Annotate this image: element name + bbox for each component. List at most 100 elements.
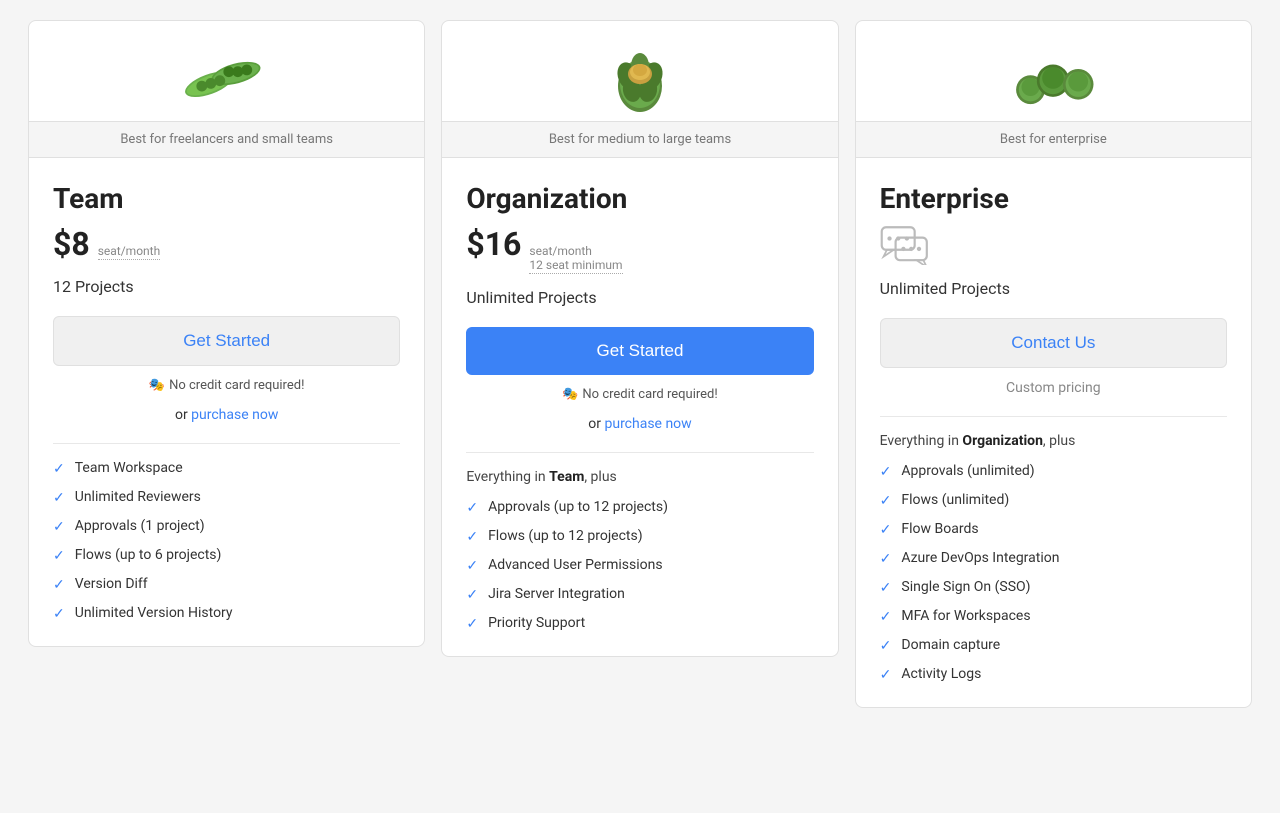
chat-icon	[880, 225, 932, 265]
check-icon: ✓	[53, 519, 65, 535]
purchase-link-organization[interactable]: purchase now	[604, 416, 691, 432]
purchase-row-organization: or purchase now	[466, 416, 813, 432]
feature-text: Unlimited Reviewers	[75, 489, 201, 505]
card-header-enterprise: Best for enterprise	[856, 121, 1251, 158]
list-item: ✓MFA for Workspaces	[880, 608, 1227, 625]
features-intro-organization: Everything in Team, plus	[466, 469, 813, 485]
feature-text: Single Sign On (SSO)	[901, 579, 1030, 595]
feature-text: Approvals (1 project)	[75, 518, 205, 534]
no-credit-text: No credit card required!	[582, 387, 717, 402]
list-item: ✓ Single Sign On (SSO)	[880, 579, 1227, 596]
list-item: ✓ Team Workspace	[53, 460, 400, 477]
list-item: ✓ Unlimited Reviewers	[53, 489, 400, 506]
card-body-enterprise: Enterprise Unlimited ProjectsContact UsC…	[856, 158, 1251, 707]
check-icon: ✓	[466, 558, 478, 574]
projects-text-team: 12 Projects	[53, 277, 400, 296]
purchase-link-team[interactable]: purchase now	[191, 407, 278, 423]
card-image-area-organization	[442, 21, 837, 121]
price-detail-line1: seat/month	[529, 244, 622, 258]
list-item: ✓ Flows (up to 12 projects)	[466, 528, 813, 545]
no-credit-text: No credit card required!	[169, 378, 304, 393]
list-item: ✓Flows (unlimited)	[880, 492, 1227, 509]
feature-text: Azure DevOps Integration	[901, 550, 1059, 566]
price-row-team: $8seat/month	[53, 225, 400, 263]
feature-text: Flow Boards	[901, 521, 978, 537]
pricing-card-organization: Best for medium to large teamsOrganizati…	[441, 20, 838, 657]
list-item: ✓Unlimited Version History	[53, 605, 400, 622]
check-icon: ✓	[466, 529, 478, 545]
no-credit-icon: 🎭	[562, 387, 578, 402]
artichoke-image	[595, 43, 685, 113]
features-intro-prefix: Everything in	[880, 433, 963, 449]
features-intro-enterprise: Everything in Organization, plus	[880, 433, 1227, 449]
card-image-area-enterprise	[856, 21, 1251, 121]
features-intro-suffix: , plus	[1043, 433, 1075, 449]
cta-button-team[interactable]: Get Started	[53, 316, 400, 366]
check-icon: ✓	[53, 461, 65, 477]
pricing-card-enterprise: Best for enterpriseEnterprise Unlimited …	[855, 20, 1252, 708]
feature-list-enterprise: ✓ Approvals (unlimited) ✓Flows (unlimited)…	[880, 463, 1227, 683]
feature-list-team: ✓ Team Workspace ✓ Unlimited Reviewers ✓ Appr…	[53, 460, 400, 622]
feature-text: Domain capture	[901, 637, 1000, 653]
check-icon: ✓	[880, 493, 892, 509]
check-icon: ✓	[880, 609, 892, 625]
check-icon: ✓	[53, 577, 65, 593]
no-credit-organization: 🎭 No credit card required!	[466, 387, 813, 402]
feature-text: Activity Logs	[901, 666, 981, 682]
feature-text: Advanced User Permissions	[488, 557, 663, 573]
list-item: ✓ Approvals (unlimited)	[880, 463, 1227, 480]
list-item: ✓ Version Diff	[53, 576, 400, 593]
projects-text-organization: Unlimited Projects	[466, 288, 813, 307]
check-icon: ✓	[466, 587, 478, 603]
purchase-prefix: or	[175, 407, 191, 423]
feature-text: Approvals (unlimited)	[901, 463, 1034, 479]
check-icon: ✓	[466, 616, 478, 632]
brussels-sprouts-image	[1008, 43, 1098, 113]
feature-text: Approvals (up to 12 projects)	[488, 499, 668, 515]
feature-text: Flows (up to 6 projects)	[75, 547, 222, 563]
list-item: ✓ Activity Logs	[880, 666, 1227, 683]
list-item: ✓ Flow Boards	[880, 521, 1227, 538]
check-icon: ✓	[53, 606, 65, 622]
plan-name-enterprise: Enterprise	[880, 182, 1227, 215]
card-body-team: Team$8seat/month12 ProjectsGet Started🎭N…	[29, 158, 424, 646]
check-icon: ✓	[880, 667, 892, 683]
card-image-area-team	[29, 21, 424, 121]
cta-button-organization[interactable]: Get Started	[466, 327, 813, 375]
feature-text: Flows (up to 12 projects)	[488, 528, 643, 544]
price-details-organization: seat/month12 seat minimum	[529, 244, 622, 274]
list-item: ✓ Advanced User Permissions	[466, 557, 813, 574]
check-icon: ✓	[880, 464, 892, 480]
list-item: ✓ Approvals (1 project)	[53, 518, 400, 535]
list-item: ✓ Priority Support	[466, 615, 813, 632]
list-item: ✓ Domain capture	[880, 637, 1227, 654]
plan-name-organization: Organization	[466, 182, 813, 215]
feature-text: Team Workspace	[75, 460, 183, 476]
list-item: ✓ Approvals (up to 12 projects)	[466, 499, 813, 516]
price-detail-line1: seat/month	[98, 244, 161, 258]
check-icon: ✓	[880, 580, 892, 596]
purchase-row-team: or purchase now	[53, 407, 400, 423]
cta-button-enterprise[interactable]: Contact Us	[880, 318, 1227, 368]
check-icon: ✓	[880, 522, 892, 538]
pricing-container: Best for freelancers and small teams Team…	[20, 20, 1260, 708]
check-icon: ✓	[880, 638, 892, 654]
no-credit-icon: 🎭	[149, 378, 165, 393]
custom-pricing-text: Custom pricing	[880, 380, 1227, 396]
divider-team	[53, 443, 400, 444]
check-icon: ✓	[53, 490, 65, 506]
features-intro-suffix: , plus	[584, 469, 616, 485]
feature-text: Priority Support	[488, 615, 585, 631]
feature-text: Jira Server Integration	[488, 586, 625, 602]
divider-organization	[466, 452, 813, 453]
chat-icon-container	[880, 225, 1227, 269]
price-amount-organization: $16	[466, 225, 521, 263]
feature-text: Version Diff	[75, 576, 148, 592]
features-intro-bold: Team	[549, 469, 584, 485]
card-header-team: Best for freelancers and small teams	[29, 121, 424, 158]
card-body-organization: Organization $16 seat/month12 seat minimum…	[442, 158, 837, 656]
divider-enterprise	[880, 416, 1227, 417]
no-credit-team: 🎭 No credit card required!	[53, 378, 400, 393]
check-icon: ✓	[466, 500, 478, 516]
list-item: ✓Flows (up to 6 projects)	[53, 547, 400, 564]
